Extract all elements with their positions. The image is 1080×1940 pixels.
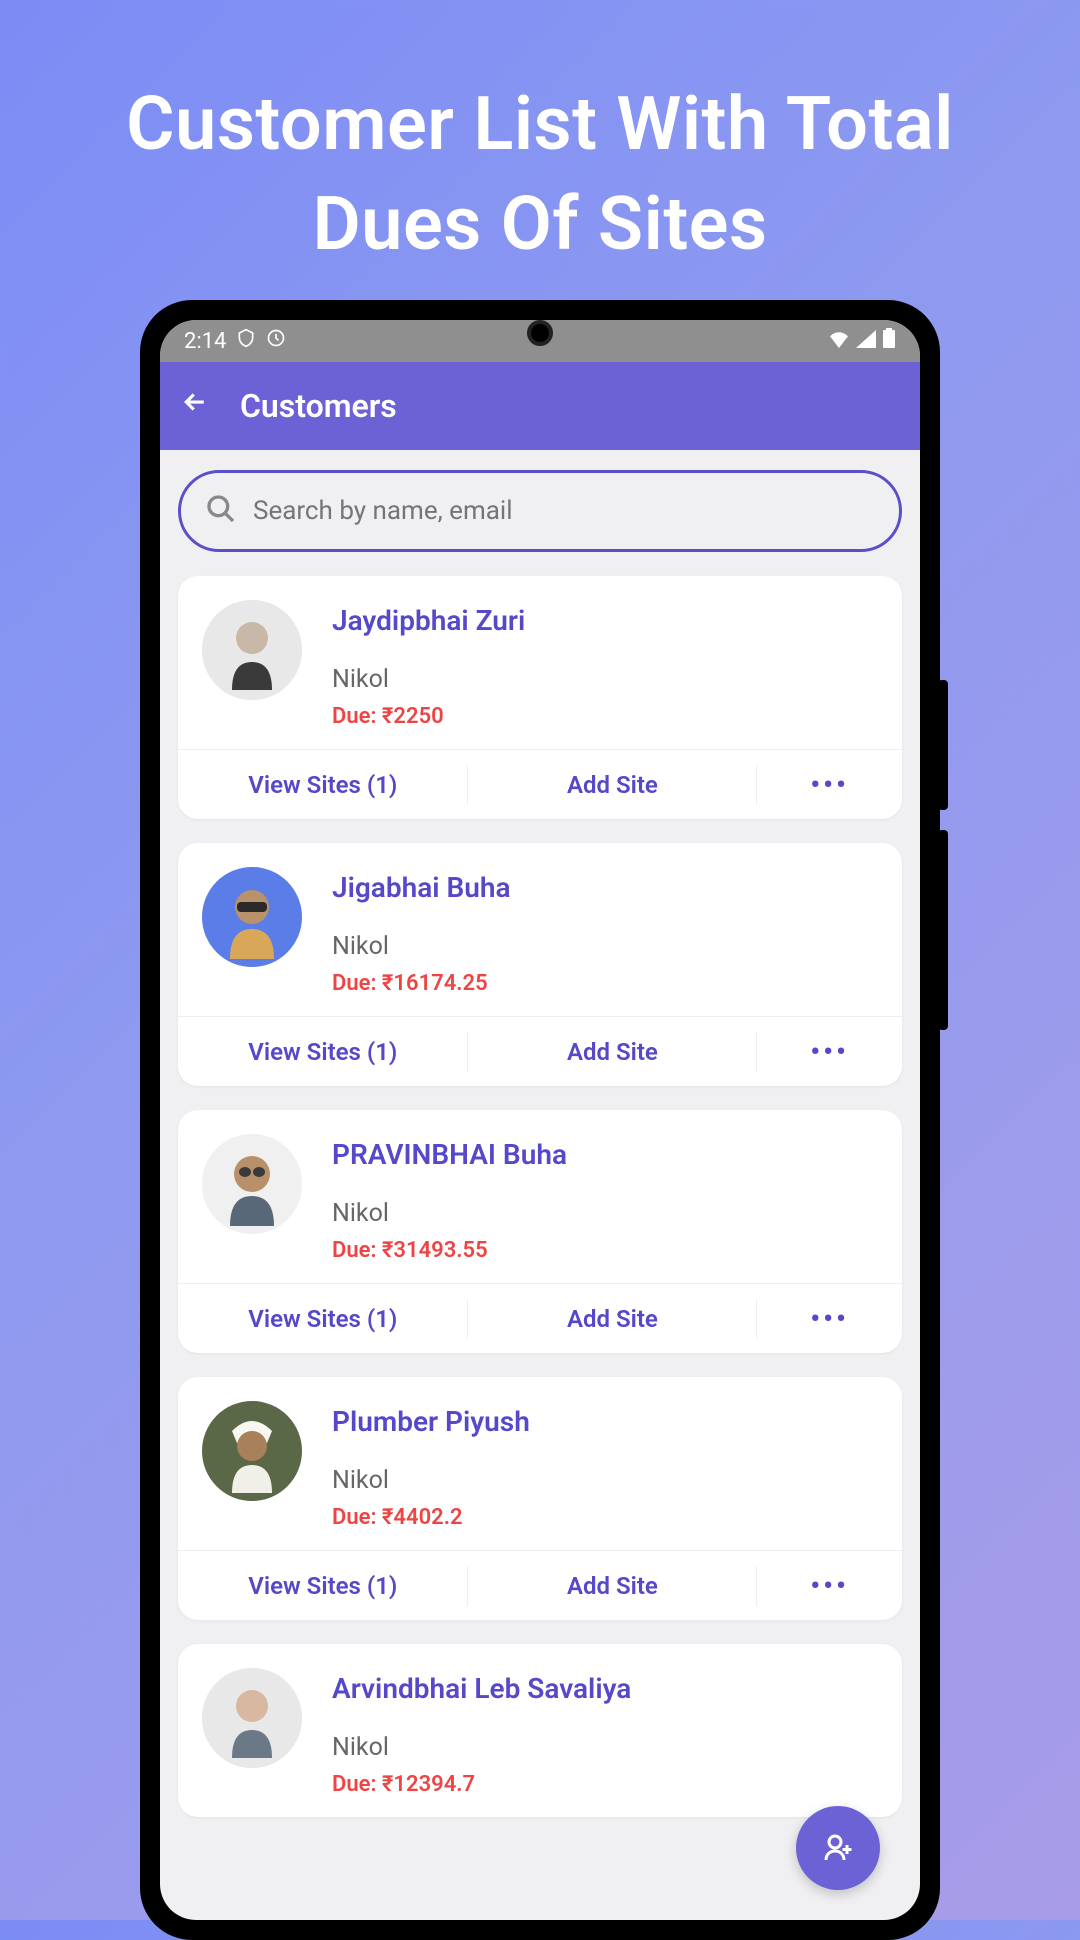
customer-name[interactable]: Arvindbhai Leb Savaliya	[332, 1672, 878, 1705]
app-header: Customers	[160, 362, 920, 450]
card-actions: View Sites (1) Add Site •••	[178, 749, 902, 819]
more-options-button[interactable]: •••	[757, 1551, 902, 1620]
add-site-button[interactable]: Add Site	[468, 1284, 758, 1353]
phone-frame: 2:14	[140, 300, 940, 1940]
customer-name[interactable]: Jigabhai Buha	[332, 871, 878, 904]
customer-card: Jaydipbhai Zuri Nikol Due: ₹2250 View Si…	[178, 576, 902, 819]
card-top: Plumber Piyush Nikol Due: ₹4402.2	[178, 1377, 902, 1550]
customer-card: PRAVINBHAI Buha Nikol Due: ₹31493.55 Vie…	[178, 1110, 902, 1353]
add-customer-fab[interactable]	[796, 1806, 880, 1890]
card-actions: View Sites (1) Add Site •••	[178, 1016, 902, 1086]
content-area: Jaydipbhai Zuri Nikol Due: ₹2250 View Si…	[160, 450, 920, 1920]
avatar[interactable]	[202, 1401, 302, 1501]
battery-icon	[882, 328, 896, 354]
card-info: Jigabhai Buha Nikol Due: ₹16174.25	[332, 867, 878, 996]
avatar[interactable]	[202, 1134, 302, 1234]
clock-icon	[266, 328, 286, 354]
customer-location: Nikol	[332, 1199, 878, 1228]
customer-card: Jigabhai Buha Nikol Due: ₹16174.25 View …	[178, 843, 902, 1086]
wifi-icon	[828, 329, 850, 354]
shield-icon	[236, 328, 256, 354]
view-sites-button[interactable]: View Sites (1)	[178, 1017, 468, 1086]
card-top: Jaydipbhai Zuri Nikol Due: ₹2250	[178, 576, 902, 749]
customer-due: Due: ₹2250	[332, 704, 878, 729]
view-sites-button[interactable]: View Sites (1)	[178, 1551, 468, 1620]
more-options-button[interactable]: •••	[757, 750, 902, 819]
card-info: Arvindbhai Leb Savaliya Nikol Due: ₹1239…	[332, 1668, 878, 1797]
phone-power-button	[938, 830, 948, 1030]
customer-due: Due: ₹4402.2	[332, 1505, 878, 1530]
avatar[interactable]	[202, 600, 302, 700]
search-box[interactable]	[178, 470, 902, 552]
more-options-button[interactable]: •••	[757, 1017, 902, 1086]
search-icon	[205, 493, 237, 529]
add-site-button[interactable]: Add Site	[468, 1551, 758, 1620]
phone-volume-button	[938, 680, 948, 810]
customer-due: Due: ₹31493.55	[332, 1238, 878, 1263]
customer-location: Nikol	[332, 1466, 878, 1495]
card-actions: View Sites (1) Add Site •••	[178, 1283, 902, 1353]
customer-card: Plumber Piyush Nikol Due: ₹4402.2 View S…	[178, 1377, 902, 1620]
customer-location: Nikol	[332, 932, 878, 961]
status-left: 2:14	[184, 328, 286, 354]
phone-screen: 2:14	[160, 320, 920, 1920]
add-site-button[interactable]: Add Site	[468, 1017, 758, 1086]
page-title: Customers	[240, 387, 397, 425]
add-site-button[interactable]: Add Site	[468, 750, 758, 819]
customer-name[interactable]: Jaydipbhai Zuri	[332, 604, 878, 637]
promo-title: Customer List With Total Dues Of Sites	[0, 0, 1080, 315]
view-sites-button[interactable]: View Sites (1)	[178, 1284, 468, 1353]
customer-name[interactable]: PRAVINBHAI Buha	[332, 1138, 878, 1171]
customer-due: Due: ₹12394.7	[332, 1772, 878, 1797]
status-right	[828, 328, 896, 354]
card-actions: View Sites (1) Add Site •••	[178, 1550, 902, 1620]
card-top: Jigabhai Buha Nikol Due: ₹16174.25	[178, 843, 902, 1016]
signal-icon	[856, 329, 876, 354]
card-info: Plumber Piyush Nikol Due: ₹4402.2	[332, 1401, 878, 1530]
back-arrow-icon[interactable]	[180, 386, 210, 426]
customer-location: Nikol	[332, 665, 878, 694]
customer-name[interactable]: Plumber Piyush	[332, 1405, 878, 1438]
card-top: PRAVINBHAI Buha Nikol Due: ₹31493.55	[178, 1110, 902, 1283]
status-time: 2:14	[184, 329, 226, 354]
customer-card: Arvindbhai Leb Savaliya Nikol Due: ₹1239…	[178, 1644, 902, 1817]
card-info: PRAVINBHAI Buha Nikol Due: ₹31493.55	[332, 1134, 878, 1263]
avatar[interactable]	[202, 867, 302, 967]
phone-camera-notch	[527, 320, 553, 346]
card-top: Arvindbhai Leb Savaliya Nikol Due: ₹1239…	[178, 1644, 902, 1817]
more-options-button[interactable]: •••	[757, 1284, 902, 1353]
view-sites-button[interactable]: View Sites (1)	[178, 750, 468, 819]
card-info: Jaydipbhai Zuri Nikol Due: ₹2250	[332, 600, 878, 729]
avatar[interactable]	[202, 1668, 302, 1768]
customer-due: Due: ₹16174.25	[332, 971, 878, 996]
search-input[interactable]	[253, 496, 875, 526]
customer-location: Nikol	[332, 1733, 878, 1762]
